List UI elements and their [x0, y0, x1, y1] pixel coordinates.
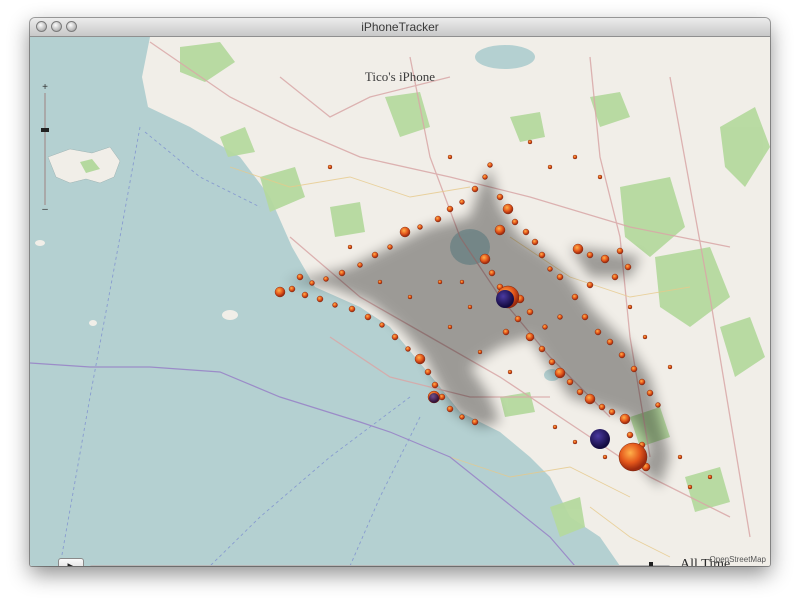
zoom-out-button[interactable]: – [38, 205, 52, 215]
map-view[interactable]: Tico's iPhone + – ▶ All Time OpenStreetM… [30, 37, 770, 566]
hotspot-north [496, 290, 514, 308]
zoom-in-button[interactable]: + [38, 83, 52, 93]
hotspot-south [590, 429, 610, 449]
timeline-bar: ▶ All Time [58, 557, 748, 566]
play-button[interactable]: ▶ [58, 558, 84, 566]
device-label: Tico's iPhone [364, 69, 436, 84]
play-icon: ▶ [67, 561, 75, 566]
map-canvas [30, 37, 770, 566]
time-slider-thumb[interactable] [648, 562, 653, 566]
window-title: iPhoneTracker [361, 20, 439, 34]
app-window: iPhoneTracker Tico's iPhone + – ▶ All Ti… [30, 18, 770, 566]
time-slider[interactable] [90, 562, 670, 566]
title-bar[interactable]: iPhoneTracker [30, 18, 770, 37]
zoom-control[interactable]: + – [38, 83, 52, 215]
map-attribution[interactable]: OpenStreetMap [710, 555, 766, 564]
cluster-south [618, 442, 648, 472]
zoom-track[interactable] [44, 93, 46, 205]
zoom-slider-thumb[interactable] [41, 127, 49, 132]
